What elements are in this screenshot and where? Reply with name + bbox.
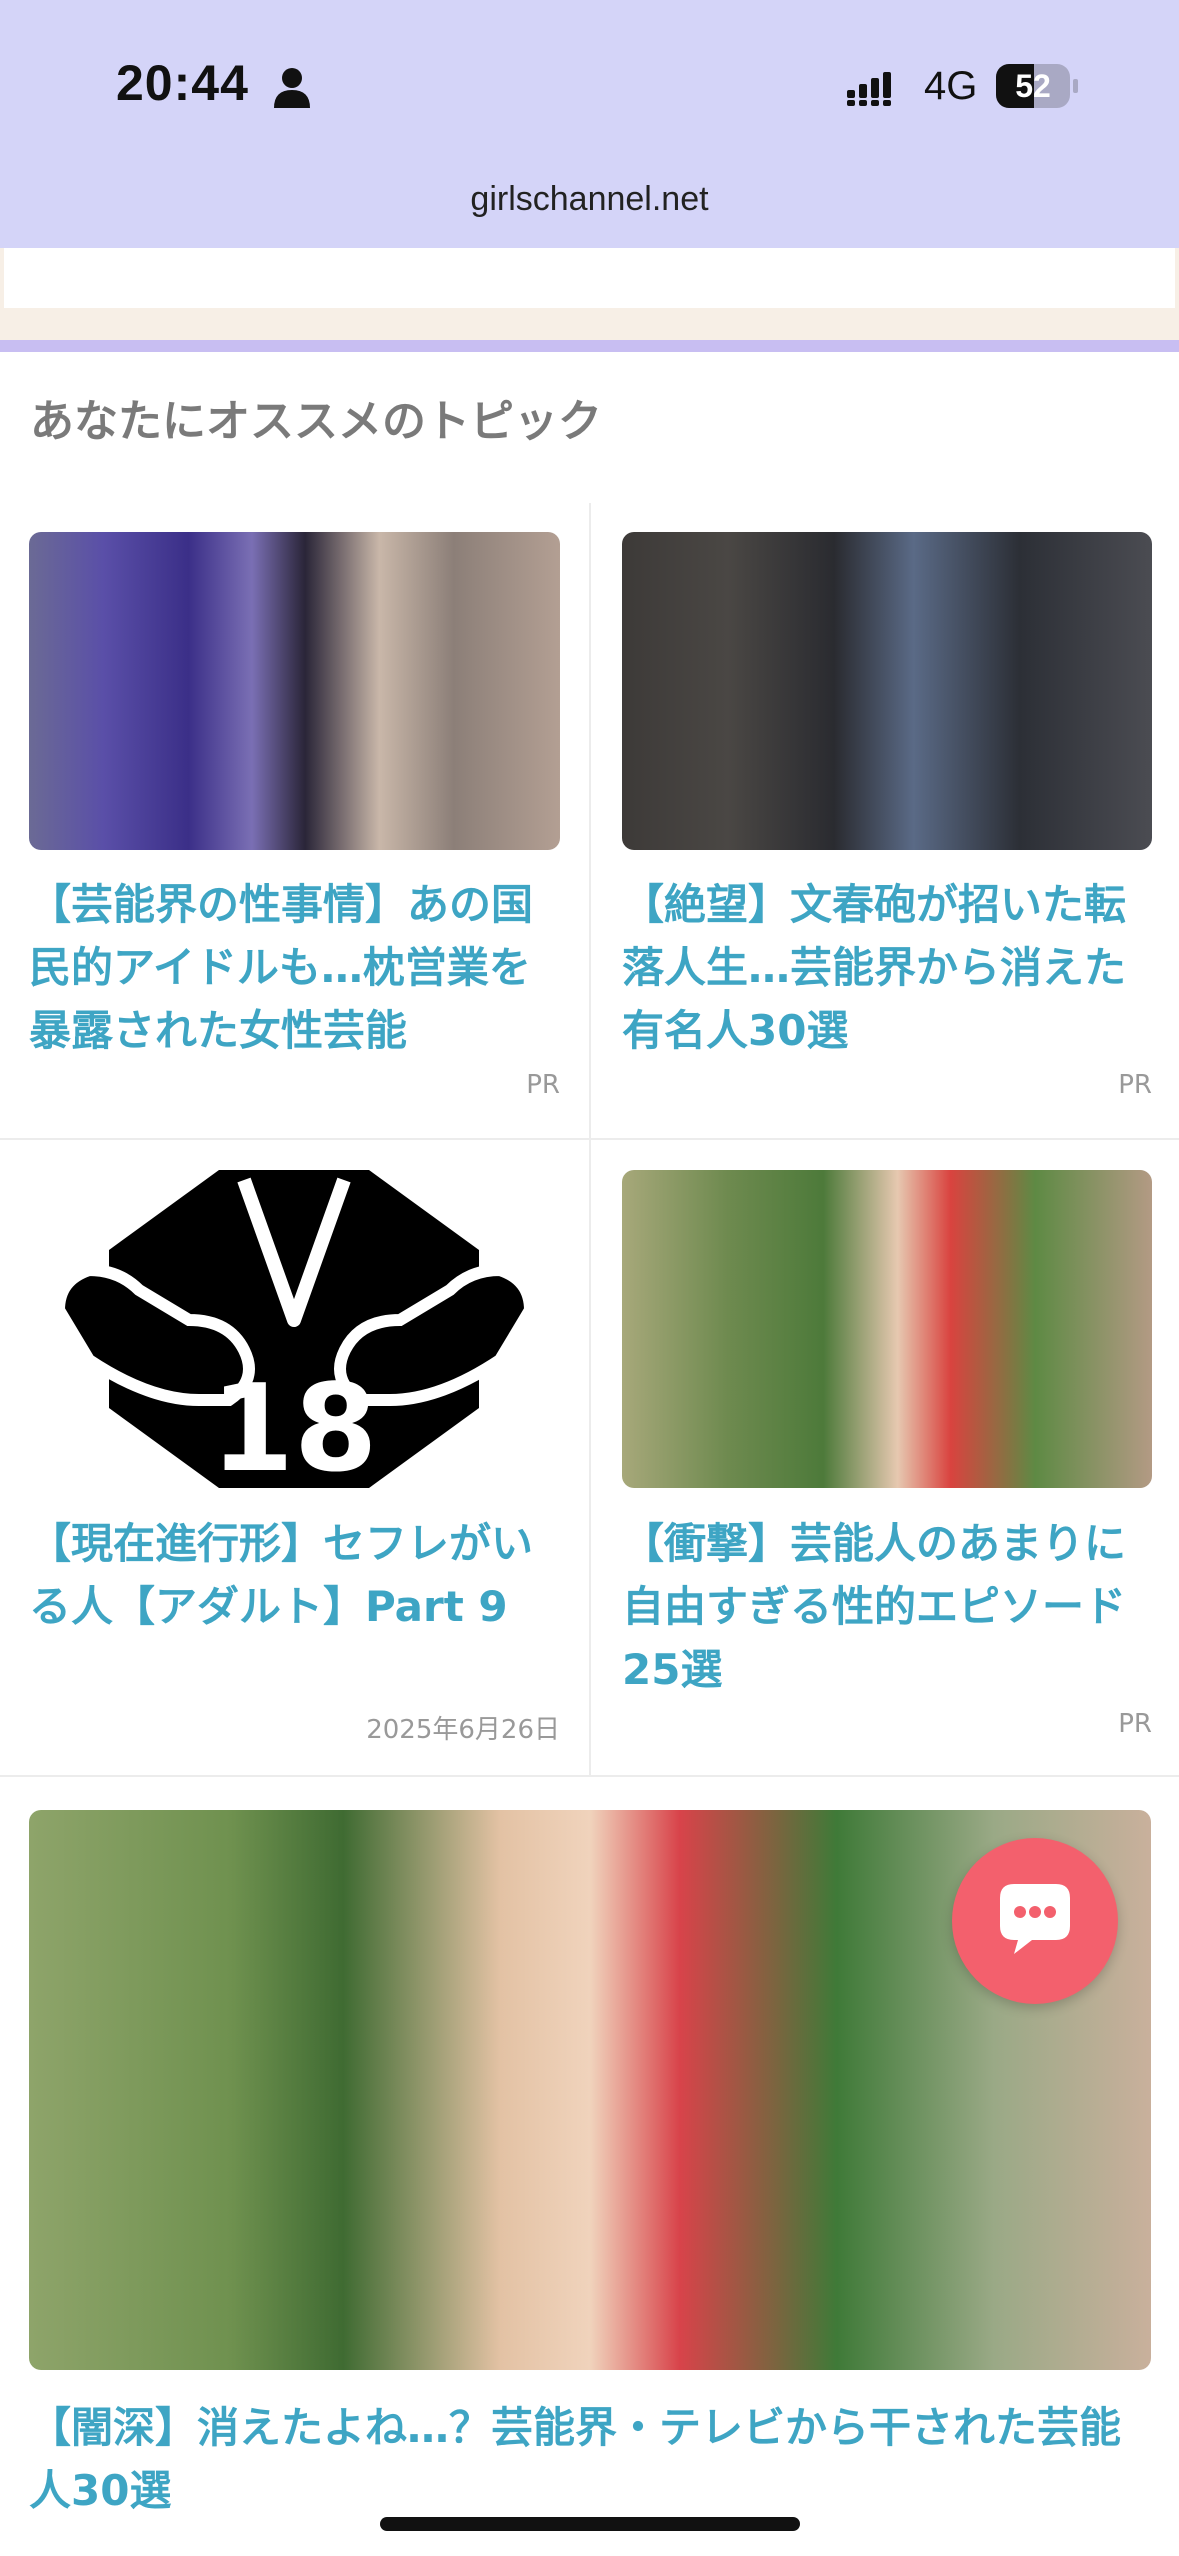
blank-banner bbox=[4, 248, 1175, 308]
card-thumbnail[interactable] bbox=[622, 532, 1152, 850]
battery-icon: 52 bbox=[996, 64, 1078, 108]
battery-percent: 52 bbox=[1015, 68, 1051, 104]
network-type: 4G bbox=[924, 64, 978, 108]
card-thumbnail[interactable] bbox=[622, 1170, 1152, 1488]
address-bar-url[interactable]: girlschannel.net bbox=[0, 180, 1179, 219]
browser-top-bar: 20:44 4G 52 girlschannel.net bbox=[0, 0, 1179, 248]
chat-bubble-icon bbox=[1000, 1884, 1070, 1954]
chat-fab-button[interactable] bbox=[952, 1838, 1118, 2004]
card-thumbnail[interactable] bbox=[29, 532, 560, 850]
page-top-strip bbox=[0, 248, 1179, 340]
card-pr-label: PR bbox=[1118, 1709, 1152, 1739]
card-title[interactable]: 【絶望】文春砲が招いた転落人生…芸能界から消えた有名人30選 bbox=[622, 873, 1152, 1062]
section-title: あなたにオススメのトピック bbox=[30, 396, 602, 447]
card-title[interactable]: 【芸能界の性事情】あの国民的アイドルも…枕営業を暴露された女性芸能 bbox=[29, 873, 560, 1062]
home-indicator[interactable] bbox=[380, 2517, 800, 2531]
card-title[interactable]: 【闇深】消えたよね…？芸能界・テレビから干された芸能人30選 bbox=[29, 2396, 1151, 2522]
grid-divider-horizontal bbox=[0, 1775, 1179, 1777]
card-title[interactable]: 【衝撃】芸能人のあまりに自由すぎる性的エピソード25選 bbox=[622, 1512, 1152, 1701]
card-pr-label: PR bbox=[1118, 1070, 1152, 1100]
card-pr-label: PR bbox=[526, 1070, 560, 1100]
person-icon bbox=[274, 68, 310, 108]
adult-18-badge-icon[interactable]: 18 bbox=[29, 1170, 560, 1488]
divider-line bbox=[0, 340, 1179, 352]
cellular-signal-icon bbox=[847, 72, 891, 106]
card-title[interactable]: 【現在進行形】セフレがいる人【アダルト】Part 9 bbox=[29, 1512, 560, 1638]
badge-18-text: 18 bbox=[211, 1360, 378, 1488]
grid-divider-horizontal bbox=[0, 1138, 1179, 1140]
status-time: 20:44 bbox=[116, 55, 249, 111]
card-date: 2025年6月26日 bbox=[366, 1715, 560, 1745]
